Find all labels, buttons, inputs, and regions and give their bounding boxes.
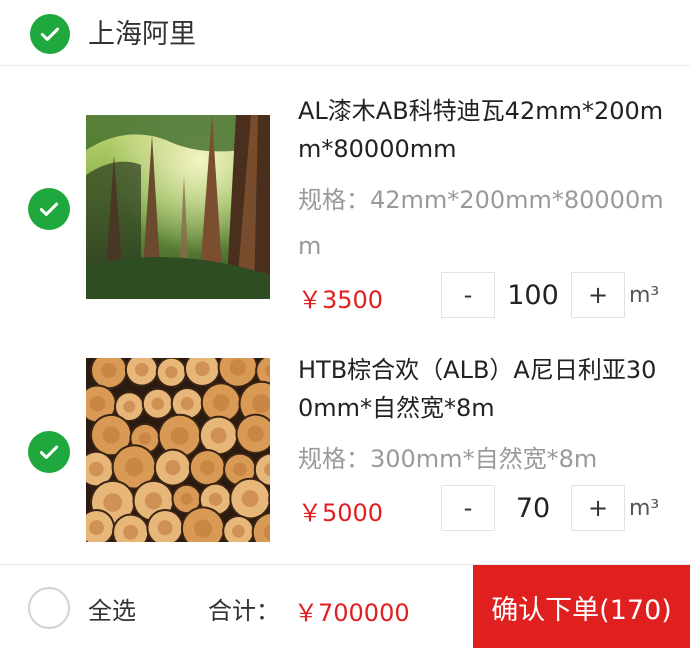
quantity-value[interactable]: 100	[495, 280, 571, 311]
store-header: 上海阿里	[0, 0, 690, 66]
cart-item: AL漆木AB科特迪瓦42mm*200mm*80000mm 规格：42mm*200…	[0, 90, 690, 320]
quantity-stepper: - 100 + m³	[441, 272, 659, 318]
increment-button[interactable]: +	[571, 485, 625, 531]
unit-label: m³	[629, 282, 660, 308]
item-title[interactable]: AL漆木AB科特迪瓦42mm*200mm*80000mm	[298, 92, 666, 168]
cart-item: HTB棕合欢（ALB）A尼日利亚300mm*自然宽*8m 规格：300mm*自然…	[0, 333, 690, 563]
item-checkbox-checked-icon[interactable]	[28, 431, 70, 473]
decrement-button[interactable]: -	[441, 485, 495, 531]
item-spec: 规格：300mm*自然宽*8m	[298, 445, 598, 473]
unit-label: m³	[629, 495, 660, 521]
increment-button[interactable]: +	[571, 272, 625, 318]
item-spec: 规格：42mm*200mm*80000mm	[298, 186, 664, 260]
quantity-value[interactable]: 70	[495, 493, 571, 524]
store-checkbox-checked-icon[interactable]	[30, 14, 70, 54]
product-image-redwood-forest[interactable]	[86, 115, 270, 299]
confirm-order-button[interactable]: 确认下单(170)	[473, 565, 690, 648]
select-all-label[interactable]: 全选	[88, 591, 136, 626]
store-name: 上海阿里	[88, 19, 196, 50]
select-all-checkbox-icon[interactable]	[28, 587, 70, 629]
decrement-button[interactable]: -	[441, 272, 495, 318]
checkout-bar: 全选 合计： ￥700000 确认下单(170)	[0, 564, 690, 648]
item-checkbox-checked-icon[interactable]	[28, 188, 70, 230]
total-value: ￥700000	[294, 599, 410, 627]
item-price: ￥5000	[298, 499, 384, 527]
quantity-stepper: - 70 + m³	[441, 485, 659, 531]
product-image-log-pile[interactable]	[86, 358, 270, 542]
item-price: ￥3500	[298, 286, 384, 314]
item-title[interactable]: HTB棕合欢（ALB）A尼日利亚300mm*自然宽*8m	[298, 351, 666, 427]
total-label: 合计：	[208, 597, 280, 625]
